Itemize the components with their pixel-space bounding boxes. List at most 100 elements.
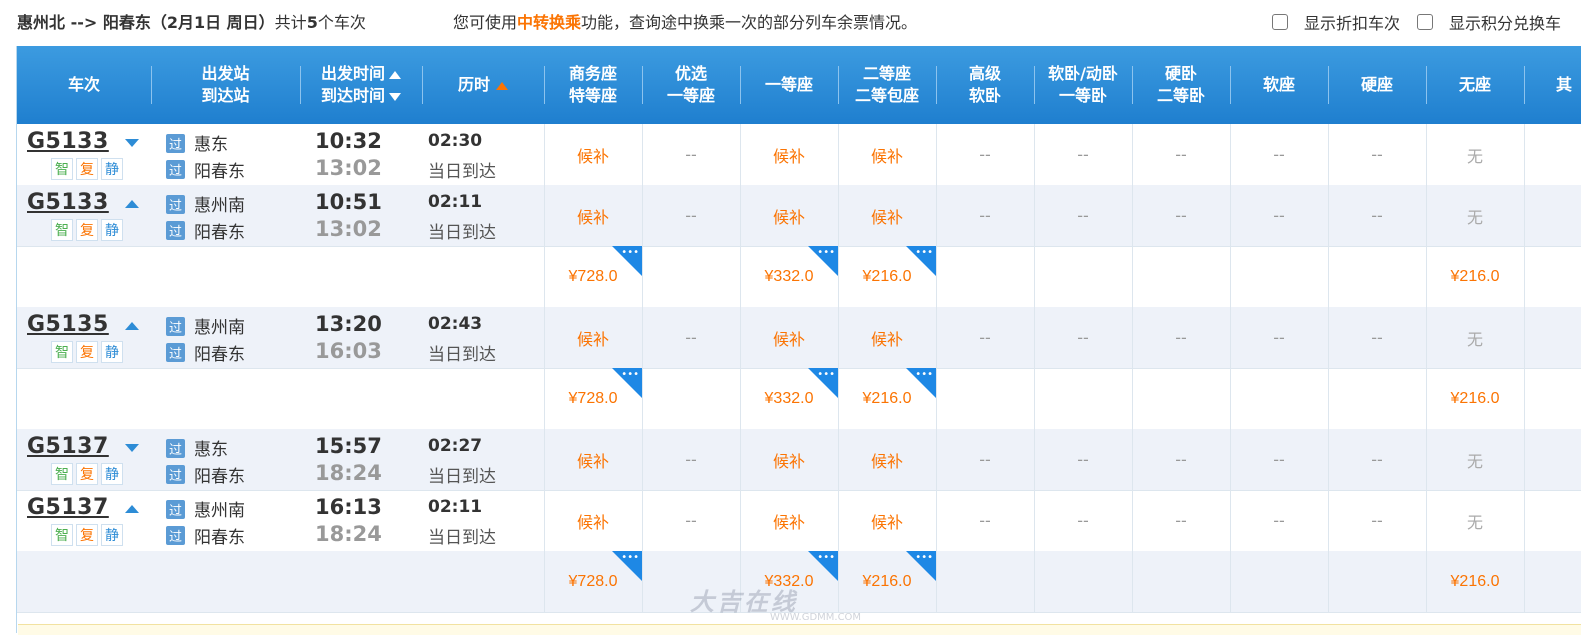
smart-train-icon: 智 xyxy=(51,158,73,180)
seat-availability: -- xyxy=(1175,511,1187,530)
pass-through-icon: 过 xyxy=(166,439,185,458)
waitlist-link[interactable]: 候补 xyxy=(740,185,838,246)
watermark-url: WWW.GDMM.COM xyxy=(770,612,862,623)
train-feature-tags: 智复静 xyxy=(51,158,126,180)
quiet-car-icon: 静 xyxy=(101,463,123,485)
header-stations: 出发站 到达站 xyxy=(201,64,250,105)
collapse-up-icon[interactable] xyxy=(125,200,139,208)
seat-availability: -- xyxy=(1273,328,1285,347)
dots-icon: ••• xyxy=(915,552,933,563)
quiet-car-icon: 静 xyxy=(101,158,123,180)
quiet-car-icon: 静 xyxy=(101,341,123,363)
train-number-link[interactable]: G5135 xyxy=(27,312,109,337)
train-number-link[interactable]: G5133 xyxy=(27,129,109,154)
seat-availability: -- xyxy=(1077,206,1089,225)
column-divider xyxy=(1524,246,1525,307)
seat-availability: -- xyxy=(979,328,991,347)
collapse-up-icon[interactable] xyxy=(125,505,139,513)
header-no-seat: 无座 xyxy=(1458,75,1491,94)
arrival-day: 当日到达 xyxy=(428,162,496,182)
waitlist-link[interactable]: 候补 xyxy=(740,124,838,185)
arrival-day: 当日到达 xyxy=(428,467,496,487)
tip-before: 您可使用 xyxy=(453,13,518,32)
query-summary-bar: 惠州北 --> 阳春东（2月1日 周日）共计5个车次 您可使用中转换乘功能，查询… xyxy=(0,0,1581,44)
expand-down-icon[interactable] xyxy=(125,444,139,452)
sort-duration-icon[interactable] xyxy=(496,81,508,90)
show-discount-checkbox[interactable] xyxy=(1272,14,1288,30)
pass-through-icon: 过 xyxy=(166,343,185,362)
seat-availability: -- xyxy=(1371,450,1383,469)
waitlist-link[interactable]: 候补 xyxy=(740,307,838,368)
departure-station: 惠州南 xyxy=(194,196,245,216)
collapse-up-icon[interactable] xyxy=(125,322,139,330)
waitlist-link[interactable]: 候补 xyxy=(544,429,642,490)
show-points-checkbox[interactable] xyxy=(1417,14,1433,30)
departure-time: 13:20 xyxy=(315,312,382,336)
reinforced-seat-icon: 复 xyxy=(76,219,98,241)
arrival-station: 阳春东 xyxy=(194,345,245,365)
waitlist-link[interactable]: 候补 xyxy=(838,490,936,551)
waitlist-link[interactable]: 候补 xyxy=(838,307,936,368)
seat-availability: -- xyxy=(1175,328,1187,347)
dots-icon: ••• xyxy=(915,247,933,258)
smart-train-icon: 智 xyxy=(51,219,73,241)
train-row: G5137 智复静 过过惠东 阳春东 15:57 18:24 02:27 当日到达 候补 -- 候补… xyxy=(17,429,1581,491)
train-feature-tags: 智复静 xyxy=(51,463,126,485)
sort-asc-icon[interactable] xyxy=(389,70,401,79)
waitlist-link[interactable]: 候补 xyxy=(544,490,642,551)
train-number-link[interactable]: G5137 xyxy=(27,495,109,520)
column-divider xyxy=(642,246,643,307)
travel-duration: 02:11 xyxy=(428,192,483,212)
pass-through-icon: 过 xyxy=(166,526,185,545)
show-points-option[interactable]: 显示积分兑换车 xyxy=(1417,10,1561,34)
smart-train-icon: 智 xyxy=(51,524,73,546)
departure-time: 10:51 xyxy=(315,190,382,214)
column-divider xyxy=(1132,368,1133,429)
show-discount-option[interactable]: 显示折扣车次 xyxy=(1272,10,1400,34)
train-number-link[interactable]: G5133 xyxy=(27,190,109,215)
header-times[interactable]: 出发时间 到达时间 xyxy=(300,46,422,124)
travel-duration: 02:30 xyxy=(428,131,483,151)
header-duration[interactable]: 历时 xyxy=(422,46,544,124)
transfer-link[interactable]: 中转换乘 xyxy=(517,13,581,32)
header-hard-seat: 硬座 xyxy=(1360,75,1393,94)
train-number-link[interactable]: G5137 xyxy=(27,434,109,459)
waitlist-link[interactable]: 候补 xyxy=(740,490,838,551)
seat-price: ¥216.0 xyxy=(1450,267,1500,285)
pass-through-icon: 过 xyxy=(166,195,185,214)
seat-availability: -- xyxy=(1077,450,1089,469)
column-divider xyxy=(642,551,643,612)
waitlist-link[interactable]: 候补 xyxy=(838,429,936,490)
header-second: 二等座 二等包座 xyxy=(854,64,919,105)
column-divider xyxy=(1328,246,1329,307)
expand-down-icon[interactable] xyxy=(125,139,139,147)
travel-duration: 02:27 xyxy=(428,436,483,456)
departure-station: 惠东 xyxy=(194,440,228,460)
sort-desc-icon[interactable] xyxy=(389,92,401,101)
header-first: 一等座 xyxy=(764,75,813,94)
quiet-car-icon: 静 xyxy=(101,219,123,241)
arrival-day: 当日到达 xyxy=(428,223,496,243)
train-count: 5 xyxy=(306,13,318,32)
reinforced-seat-icon: 复 xyxy=(76,341,98,363)
dots-icon: ••• xyxy=(817,369,835,380)
seat-availability: 无 xyxy=(1466,146,1483,166)
seat-price: ¥216.0 xyxy=(1450,389,1500,407)
smart-train-icon: 智 xyxy=(51,341,73,363)
pass-through-icon: 过 xyxy=(166,160,185,179)
waitlist-link[interactable]: 候补 xyxy=(838,124,936,185)
waitlist-link[interactable]: 候补 xyxy=(838,185,936,246)
waitlist-link[interactable]: 候补 xyxy=(544,124,642,185)
seat-availability: -- xyxy=(1077,511,1089,530)
dots-icon: ••• xyxy=(621,247,639,258)
seat-availability: -- xyxy=(685,450,697,469)
arrival-time: 13:02 xyxy=(315,156,382,180)
seat-availability: -- xyxy=(979,450,991,469)
waitlist-link[interactable]: 候补 xyxy=(544,307,642,368)
route-summary: 惠州北 --> 阳春东（2月1日 周日）共计5个车次 xyxy=(17,9,366,33)
seat-availability: 无 xyxy=(1466,512,1483,532)
waitlist-link[interactable]: 候补 xyxy=(740,429,838,490)
waitlist-link[interactable]: 候补 xyxy=(544,185,642,246)
seat-availability: 无 xyxy=(1466,207,1483,227)
count-prefix: 共计 xyxy=(274,13,307,32)
